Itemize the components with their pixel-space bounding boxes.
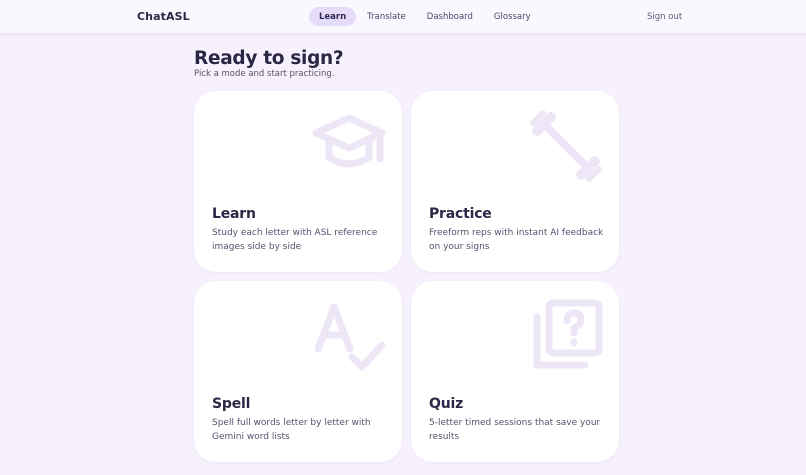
card-title: Practice: [429, 206, 492, 222]
card-description: Freeform reps with instant AI feedback o…: [429, 228, 604, 252]
nav-tab-learn[interactable]: Learn: [309, 7, 357, 26]
quiz-icon: [533, 299, 603, 369]
nav-tab-dashboard[interactable]: Dashboard: [417, 7, 483, 26]
graduation-cap-icon: [312, 114, 386, 168]
main-nav: Learn Translate Dashboard Glossary: [309, 7, 542, 26]
nav-tab-glossary[interactable]: Glossary: [484, 7, 541, 26]
mode-card-quiz[interactable]: Quiz 5-letter timed sessions that save y…: [411, 281, 619, 462]
top-navigation-bar: ChatASL Learn Translate Dashboard Glossa…: [0, 0, 806, 34]
mode-card-practice[interactable]: Practice Freeform reps with instant AI f…: [411, 91, 619, 272]
page-title: Ready to sign?: [194, 48, 344, 69]
spellcheck-icon: [314, 303, 386, 371]
card-title: Spell: [212, 396, 251, 412]
nav-tab-translate[interactable]: Translate: [357, 7, 416, 26]
card-title: Learn: [212, 206, 256, 222]
card-title: Quiz: [429, 396, 464, 412]
mode-card-spell[interactable]: Spell Spell full words letter by letter …: [194, 281, 402, 462]
mode-card-learn[interactable]: Learn Study each letter with ASL referen…: [194, 91, 402, 272]
sign-out-link[interactable]: Sign out: [647, 12, 682, 22]
card-description: Spell full words letter by letter with G…: [212, 418, 371, 442]
page-subtitle: Pick a mode and start practicing.: [194, 69, 335, 79]
card-description: 5-letter timed sessions that save your r…: [429, 418, 601, 442]
card-description: Study each letter with ASL reference ima…: [212, 228, 378, 252]
dumbbell-icon: [530, 110, 602, 182]
brand-logo[interactable]: ChatASL: [137, 10, 190, 23]
